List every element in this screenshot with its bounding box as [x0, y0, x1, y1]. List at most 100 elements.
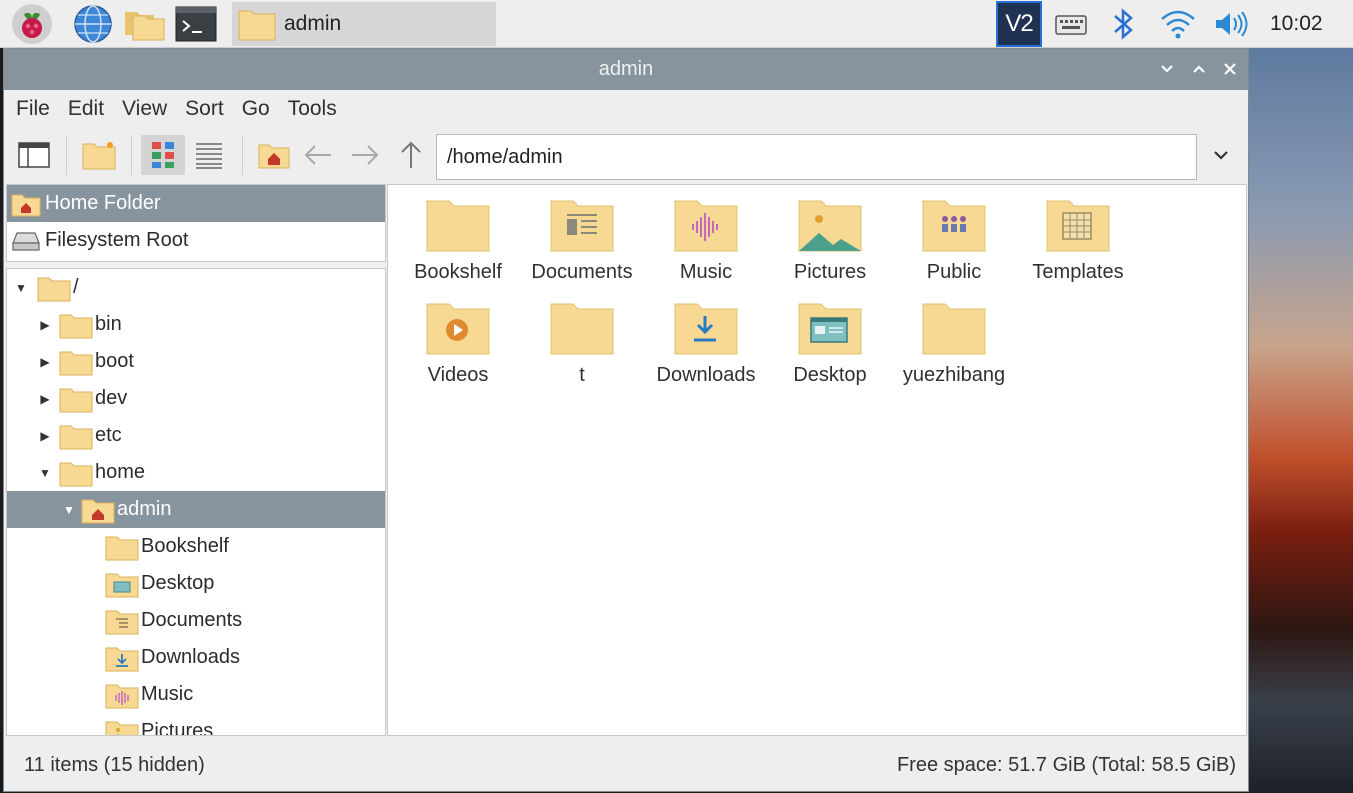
file-item[interactable]: Music	[644, 197, 768, 297]
menu-go[interactable]: Go	[242, 97, 270, 121]
taskbar-window-admin[interactable]: admin	[232, 2, 496, 46]
bluetooth-icon	[1114, 8, 1133, 40]
tree-label: home	[95, 461, 146, 483]
file-item[interactable]: Templates	[1016, 197, 1140, 297]
file-item[interactable]: Videos	[396, 300, 520, 400]
tree-row[interactable]: Downloads	[7, 639, 385, 676]
globe-icon	[74, 5, 112, 43]
menu-edit[interactable]: Edit	[68, 97, 104, 121]
clock[interactable]: 10:02	[1270, 12, 1323, 36]
tree-row[interactable]: ▶ boot	[7, 343, 385, 380]
tree-row[interactable]: ▼ home	[7, 454, 385, 491]
file-item[interactable]: Bookshelf	[396, 197, 520, 297]
expander-right-icon[interactable]: ▶	[37, 317, 53, 333]
desktop-wallpaper	[1248, 48, 1353, 793]
list-view-button[interactable]	[189, 135, 229, 175]
file-item[interactable]: Pictures	[768, 197, 892, 297]
speaker-icon	[1216, 11, 1248, 37]
tree-row[interactable]: Music	[7, 676, 385, 713]
folder-icon	[238, 10, 276, 41]
path-history-dropdown[interactable]	[1204, 135, 1238, 175]
expander-down-icon[interactable]: ▼	[61, 502, 77, 518]
folders-icon	[125, 12, 165, 41]
file-item-label: yuezhibang	[902, 364, 1006, 386]
tree-label: Downloads	[141, 646, 240, 668]
folder-icon	[59, 314, 93, 338]
tree-label: boot	[95, 350, 134, 372]
file-item[interactable]: yuezhibang	[892, 300, 1016, 400]
minimize-button[interactable]	[1155, 57, 1179, 81]
expander-down-icon[interactable]: ▼	[37, 465, 53, 481]
tree-row[interactable]: Bookshelf	[7, 528, 385, 565]
tree-row-selected[interactable]: ▼ admin	[7, 491, 385, 528]
expander-right-icon[interactable]: ▶	[37, 354, 53, 370]
new-folder-button[interactable]	[79, 135, 119, 175]
file-item[interactable]: Documents	[520, 197, 644, 297]
raspberry-menu-button[interactable]	[8, 3, 56, 45]
tree-row[interactable]: Documents	[7, 602, 385, 639]
tree-label: /	[73, 276, 79, 298]
file-view: Bookshelf Documents Music Pictures Publi…	[387, 184, 1247, 736]
icon-view-button[interactable]	[141, 135, 185, 175]
file-item-label: Documents	[531, 261, 633, 283]
up-button[interactable]	[393, 135, 429, 175]
wifi-button[interactable]	[1155, 3, 1201, 45]
home-folder-icon	[11, 194, 41, 216]
bluetooth-button[interactable]	[1103, 3, 1143, 45]
maximize-button[interactable]	[1187, 57, 1211, 81]
file-item[interactable]: Downloads	[644, 300, 768, 400]
place-home-folder[interactable]: Home Folder	[7, 185, 385, 222]
vnc-button[interactable]: V2	[996, 1, 1042, 47]
menu-file[interactable]: File	[16, 97, 50, 121]
wifi-icon	[1161, 10, 1195, 39]
window-titlebar[interactable]: admin	[4, 49, 1248, 90]
tree-label: Documents	[141, 609, 243, 631]
chevron-down-icon	[1214, 151, 1228, 160]
tree-label: Bookshelf	[141, 535, 229, 557]
menu-view[interactable]: View	[122, 97, 167, 121]
forward-button[interactable]	[347, 135, 383, 175]
tree-row[interactable]: ▶ dev	[7, 380, 385, 417]
file-item[interactable]: Desktop	[768, 300, 892, 400]
tree-row[interactable]: Pictures	[7, 713, 385, 735]
side-pane-button[interactable]	[14, 135, 54, 175]
folder-icon	[37, 277, 71, 301]
folder-documents-icon	[105, 610, 139, 634]
file-manager-button[interactable]	[122, 3, 168, 45]
back-button[interactable]	[300, 135, 336, 175]
place-label: Home Folder	[45, 192, 161, 214]
folder-music-icon	[105, 684, 139, 708]
tree-label: dev	[95, 387, 128, 409]
tree-label: Music	[141, 683, 194, 705]
expander-right-icon[interactable]: ▶	[37, 391, 53, 407]
web-browser-button[interactable]	[70, 3, 116, 45]
path-input[interactable]	[436, 134, 1197, 180]
keyboard-button[interactable]	[1050, 3, 1092, 45]
menu-sort[interactable]: Sort	[185, 97, 224, 121]
file-item[interactable]: t	[520, 300, 644, 400]
keyboard-icon	[1055, 15, 1087, 35]
expander-down-icon[interactable]: ▼	[13, 280, 29, 296]
home-button[interactable]	[254, 135, 294, 175]
expander-right-icon[interactable]: ▶	[37, 428, 53, 444]
tree-row[interactable]: Desktop	[7, 565, 385, 602]
terminal-button[interactable]	[173, 3, 219, 45]
list-view-icon	[196, 143, 222, 169]
close-icon	[1224, 63, 1236, 75]
taskbar-window-label: admin	[284, 12, 342, 35]
places-pane: Home Folder Filesystem Root	[6, 184, 386, 262]
tree-row[interactable]: ▶ etc	[7, 417, 385, 454]
file-manager-window: admin File Edit View Sort Go Tools /home…	[3, 48, 1249, 792]
chevron-up-icon	[1193, 65, 1205, 73]
close-button[interactable]	[1218, 57, 1242, 81]
file-item[interactable]: Public	[892, 197, 1016, 297]
raspberry-pi-icon	[12, 4, 52, 44]
volume-button[interactable]	[1208, 3, 1254, 45]
tree-row[interactable]: ▶ bin	[7, 306, 385, 343]
menu-tools[interactable]: Tools	[288, 97, 337, 121]
file-item-label: Public	[926, 261, 982, 283]
file-item-label: Music	[679, 261, 733, 283]
free-space-status: Free space: 51.7 GiB (Total: 58.5 GiB)	[896, 753, 1236, 776]
place-filesystem-root[interactable]: Filesystem Root	[7, 222, 385, 259]
tree-row[interactable]: ▼ /	[7, 269, 385, 306]
